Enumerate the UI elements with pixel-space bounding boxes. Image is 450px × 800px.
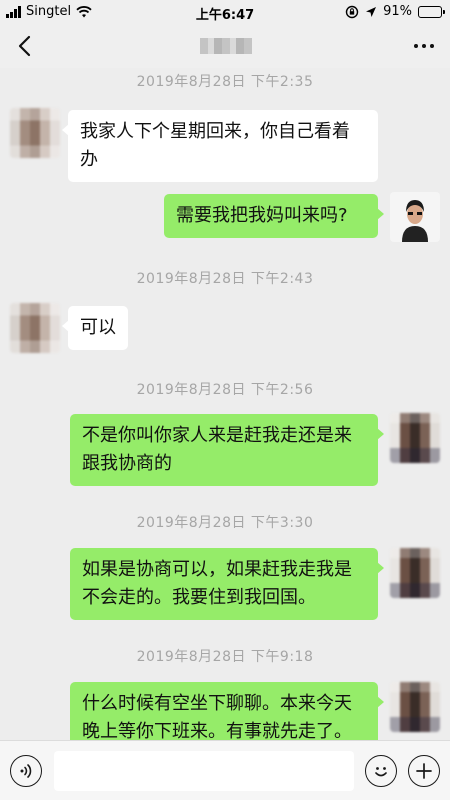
user-avatar[interactable] [390, 413, 440, 463]
plus-icon [416, 763, 432, 779]
message-input[interactable] [54, 751, 354, 791]
contact-avatar[interactable] [10, 108, 60, 158]
input-bar [0, 740, 450, 800]
nav-bar [0, 24, 450, 68]
contact-avatar[interactable] [10, 303, 60, 353]
battery-percent: 91% [383, 4, 412, 19]
more-horizontal-icon[interactable] [414, 44, 434, 48]
user-avatar[interactable] [390, 548, 440, 598]
status-right: 91% [345, 4, 445, 19]
plus-button[interactable] [408, 755, 440, 787]
message-timestamp: 2019年8月28日 下午2:56 [136, 382, 314, 398]
battery-icon [418, 5, 445, 18]
message-timestamp: 2019年8月28日 下午9:18 [136, 649, 314, 665]
user-avatar[interactable] [390, 682, 440, 732]
status-bar: Singtel 上午6:47 91% [0, 0, 450, 24]
emoji-button[interactable] [365, 755, 397, 787]
chat-area[interactable]: 2019年8月28日 下午2:35 我家人下个星期回来，你自己看着办 需要我把我… [0, 68, 450, 740]
message-bubble-outgoing[interactable]: 需要我把我妈叫来吗? [164, 194, 384, 238]
message-timestamp: 2019年8月28日 下午2:43 [136, 271, 314, 287]
message-bubble-incoming[interactable]: 可以 [62, 306, 128, 350]
message-timestamp: 2019年8月28日 下午3:30 [136, 515, 314, 531]
rotation-lock-icon [345, 5, 359, 18]
message-timestamp: 2019年8月28日 下午2:35 [136, 74, 314, 90]
user-photo-icon [390, 192, 440, 242]
emoji-icon [375, 767, 387, 777]
chevron-left-icon[interactable] [14, 34, 36, 58]
message-bubble-incoming[interactable]: 我家人下个星期回来，你自己看着办 [62, 110, 378, 182]
user-avatar[interactable] [390, 192, 440, 242]
voice-icon [20, 764, 32, 778]
location-icon [366, 6, 377, 17]
message-bubble-outgoing[interactable]: 如果是协商可以，如果赶我走我是不会走的。我要住到我回国。 [70, 548, 384, 620]
message-bubble-outgoing[interactable]: 什么时候有空坐下聊聊。本来今天晚上等你下班来。有事就先走了。 [70, 682, 384, 740]
message-bubble-outgoing[interactable]: 不是你叫你家人来是赶我走还是来跟我协商的 [70, 414, 384, 486]
voice-button[interactable] [10, 755, 42, 787]
chat-title-blurred [200, 38, 252, 54]
